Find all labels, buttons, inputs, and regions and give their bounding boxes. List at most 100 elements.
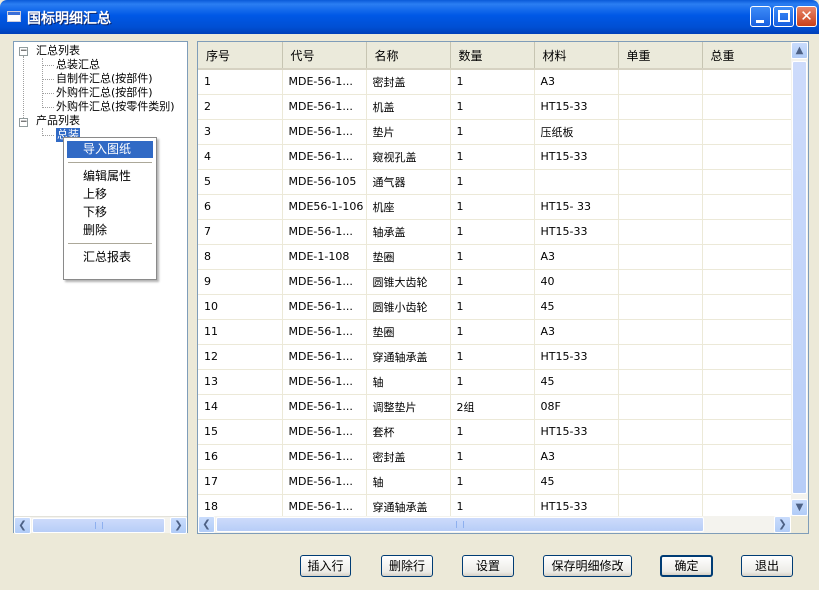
column-header[interactable]: 数量	[450, 42, 535, 70]
table-cell[interactable]: HT15-33	[534, 219, 619, 245]
tree-node-selfmade-summary[interactable]: 自制件汇总(按部件)	[56, 72, 153, 86]
scroll-thumb[interactable]	[216, 517, 704, 532]
table-cell[interactable]	[702, 69, 792, 95]
table-row[interactable]: 7 MDE-56-1... 轴承盖 1 HT15-33	[198, 219, 792, 245]
column-header[interactable]: 总重	[702, 42, 792, 70]
column-header[interactable]: 单重	[618, 42, 703, 70]
column-header[interactable]: 名称	[366, 42, 451, 70]
table-cell[interactable]	[702, 94, 792, 120]
column-header[interactable]: 代号	[282, 42, 367, 70]
table-cell[interactable]	[618, 69, 703, 95]
exit-button[interactable]: 退出	[741, 555, 793, 577]
table-cell[interactable]: 密封盖	[366, 444, 451, 470]
table-cell[interactable]: 1	[450, 419, 535, 445]
grid-horizontal-scrollbar[interactable]: ❮ ❯	[198, 516, 791, 533]
table-cell[interactable]	[702, 144, 792, 170]
table-cell[interactable]: 机盖	[366, 94, 451, 120]
table-cell[interactable]: HT15-33	[534, 94, 619, 120]
table-cell[interactable]: MDE-56-1...	[282, 344, 367, 370]
table-cell[interactable]: MDE-56-1...	[282, 219, 367, 245]
table-cell[interactable]: MDE-56-1...	[282, 469, 367, 495]
table-row[interactable]: 14 MDE-56-1... 调整垫片 2组 08F	[198, 394, 792, 420]
table-cell[interactable]: 窥视孔盖	[366, 144, 451, 170]
table-cell[interactable]	[618, 119, 703, 145]
tree-horizontal-scrollbar[interactable]: ❮ ❯	[14, 516, 187, 534]
scroll-thumb[interactable]	[792, 61, 807, 494]
table-cell[interactable]: 15	[198, 419, 283, 445]
table-cell[interactable]	[618, 394, 703, 420]
table-cell[interactable]: 1	[450, 169, 535, 195]
table-cell[interactable]: MDE-56-1...	[282, 119, 367, 145]
tree-expander[interactable]: −	[19, 118, 28, 127]
tree-node-product-list[interactable]: 产品列表	[36, 114, 80, 128]
table-cell[interactable]: MDE-56-1...	[282, 94, 367, 120]
tree-node-purchased-by-part[interactable]: 外购件汇总(按部件)	[56, 86, 153, 100]
table-row[interactable]: 8 MDE-1-108 垫圈 1 A3	[198, 244, 792, 270]
table-cell[interactable]: 7	[198, 219, 283, 245]
table-cell[interactable]: 9	[198, 269, 283, 295]
table-cell[interactable]: 套杯	[366, 419, 451, 445]
table-row[interactable]: 6 MDE56-1-106 机座 1 HT15- 33	[198, 194, 792, 220]
close-button[interactable]: ✕	[796, 6, 817, 27]
scroll-up-icon[interactable]: ▲	[791, 42, 808, 59]
table-cell[interactable]	[618, 294, 703, 320]
table-cell[interactable]: 垫圈	[366, 244, 451, 270]
table-row[interactable]: 13 MDE-56-1... 轴 1 45	[198, 369, 792, 395]
table-row[interactable]: 10 MDE-56-1... 圆锥小齿轮 1 45	[198, 294, 792, 320]
table-row[interactable]: 2 MDE-56-1... 机盖 1 HT15-33	[198, 94, 792, 120]
table-cell[interactable]	[702, 469, 792, 495]
table-cell[interactable]: A3	[534, 69, 619, 95]
table-cell[interactable]: 1	[450, 144, 535, 170]
table-cell[interactable]: 45	[534, 469, 619, 495]
table-cell[interactable]: A3	[534, 244, 619, 270]
menu-item-edit-properties[interactable]: 编辑属性	[67, 168, 153, 185]
table-cell[interactable]: HT15-33	[534, 419, 619, 445]
table-cell[interactable]: 1	[450, 69, 535, 95]
table-cell[interactable]	[618, 194, 703, 220]
table-cell[interactable]: 45	[534, 294, 619, 320]
table-cell[interactable]: 5	[198, 169, 283, 195]
table-cell[interactable]	[618, 169, 703, 195]
table-cell[interactable]	[702, 119, 792, 145]
table-cell[interactable]: 通气器	[366, 169, 451, 195]
table-cell[interactable]: 轴	[366, 369, 451, 395]
table-cell[interactable]: 6	[198, 194, 283, 220]
menu-item-import-drawing[interactable]: 导入图纸	[67, 141, 153, 158]
table-cell[interactable]: 1	[450, 444, 535, 470]
table-cell[interactable]: 压纸板	[534, 119, 619, 145]
table-cell[interactable]: MDE-1-108	[282, 244, 367, 270]
detail-grid[interactable]: 序号 代号 名称 数量 材料 单重 总重 1 MDE-56-1... 密封盖 1 A3 2 MDE-56…	[197, 41, 809, 534]
table-cell[interactable]	[618, 219, 703, 245]
scroll-right-icon[interactable]: ❯	[774, 516, 791, 533]
table-cell[interactable]	[702, 194, 792, 220]
table-cell[interactable]: 垫圈	[366, 319, 451, 345]
table-cell[interactable]	[618, 344, 703, 370]
delete-row-button[interactable]: 删除行	[381, 555, 433, 577]
table-row[interactable]: 12 MDE-56-1... 穿通轴承盖 1 HT15-33	[198, 344, 792, 370]
table-cell[interactable]: 1	[450, 294, 535, 320]
table-row[interactable]: 11 MDE-56-1... 垫圈 1 A3	[198, 319, 792, 345]
table-cell[interactable]: 12	[198, 344, 283, 370]
insert-row-button[interactable]: 插入行	[300, 555, 351, 577]
table-cell[interactable]: 1	[198, 69, 283, 95]
table-cell[interactable]: MDE-56-105	[282, 169, 367, 195]
scroll-down-icon[interactable]: ▼	[791, 499, 808, 516]
menu-item-summary-report[interactable]: 汇总报表	[67, 249, 153, 266]
minimize-button[interactable]	[750, 6, 771, 27]
table-cell[interactable]: MDE-56-1...	[282, 144, 367, 170]
table-cell[interactable]: 4	[198, 144, 283, 170]
table-cell[interactable]: 8	[198, 244, 283, 270]
table-cell[interactable]: 16	[198, 444, 283, 470]
table-row[interactable]: 5 MDE-56-105 通气器 1	[198, 169, 792, 195]
table-cell[interactable]: 11	[198, 319, 283, 345]
table-cell[interactable]: MDE-56-1...	[282, 394, 367, 420]
grid-vertical-scrollbar[interactable]: ▲ ▼	[791, 42, 808, 516]
maximize-button[interactable]	[773, 6, 794, 27]
column-header[interactable]: 序号	[198, 42, 283, 70]
tree-node-assembly-summary[interactable]: 总装汇总	[56, 58, 100, 72]
table-cell[interactable]	[702, 444, 792, 470]
table-cell[interactable]: 08F	[534, 394, 619, 420]
table-cell[interactable]: 密封盖	[366, 69, 451, 95]
table-cell[interactable]: MDE-56-1...	[282, 319, 367, 345]
menu-item-delete[interactable]: 删除	[67, 222, 153, 239]
